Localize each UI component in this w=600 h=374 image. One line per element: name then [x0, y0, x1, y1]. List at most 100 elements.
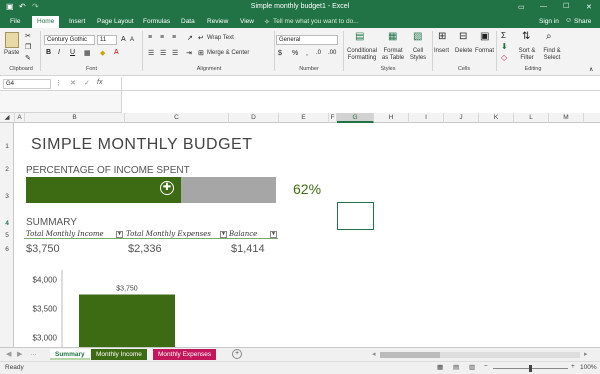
- more-sheets-icon[interactable]: …: [30, 350, 37, 357]
- decrease-font-icon[interactable]: A: [130, 37, 134, 43]
- column-header[interactable]: J: [444, 113, 479, 123]
- worksheet-grid[interactable]: SIMPLE MONTHLY BUDGET PERCENTAGE OF INCO…: [15, 123, 600, 347]
- fill-icon[interactable]: ⬇: [501, 42, 508, 51]
- format-as-table-button[interactable]: Format as Table: [380, 48, 406, 62]
- hscroll-left-icon[interactable]: ◂: [372, 350, 376, 358]
- autosum-icon[interactable]: Σ: [501, 31, 506, 40]
- horizontal-scroll-thumb[interactable]: [380, 352, 440, 358]
- align-right-icon[interactable]: ☰: [172, 49, 178, 57]
- column-header[interactable]: K: [479, 113, 514, 123]
- bold-icon[interactable]: B: [46, 49, 51, 56]
- sign-in-link[interactable]: Sign in: [539, 18, 559, 25]
- sheet-tab-summary[interactable]: Summary: [50, 349, 90, 360]
- maximize-icon[interactable]: ☐: [563, 2, 569, 10]
- cut-icon[interactable]: ✂: [25, 32, 31, 40]
- insert-cells-button[interactable]: Insert: [434, 48, 449, 55]
- column-header[interactable]: C: [125, 113, 229, 123]
- italic-icon[interactable]: I: [58, 49, 60, 56]
- column-header[interactable]: B: [25, 113, 125, 123]
- column-header[interactable]: I: [409, 113, 444, 123]
- format-cells-button[interactable]: Format: [475, 48, 494, 55]
- minimize-icon[interactable]: —: [540, 3, 547, 10]
- page-layout-view-icon[interactable]: ▤: [453, 363, 459, 371]
- underline-icon[interactable]: U: [70, 49, 75, 56]
- next-sheet-icon[interactable]: ▶: [17, 350, 22, 358]
- zoom-slider[interactable]: [493, 365, 568, 372]
- indent-icon[interactable]: ⇥: [186, 49, 192, 57]
- conditional-formatting-button[interactable]: Conditional Formatting: [345, 48, 379, 62]
- currency-icon[interactable]: $: [278, 50, 282, 57]
- font-name-select[interactable]: Century Gothic: [44, 35, 95, 45]
- tab-page-layout[interactable]: Page Layout: [96, 16, 135, 28]
- row-header[interactable]: 3: [0, 193, 14, 200]
- format-painter-icon[interactable]: ✎: [25, 54, 31, 62]
- row-header[interactable]: 2: [0, 166, 14, 173]
- column-header[interactable]: L: [514, 113, 549, 123]
- formula-input[interactable]: [121, 77, 600, 90]
- sort-filter-button[interactable]: Sort & Filter: [515, 48, 539, 62]
- align-left-icon[interactable]: ☰: [148, 49, 154, 57]
- cancel-icon[interactable]: ✕: [70, 79, 76, 87]
- delete-cells-button[interactable]: Delete: [455, 48, 472, 55]
- prev-sheet-icon[interactable]: ◀: [6, 350, 11, 358]
- collapse-ribbon-icon[interactable]: ∧: [589, 66, 593, 73]
- align-center-icon[interactable]: ☰: [160, 49, 166, 57]
- column-header[interactable]: E: [279, 113, 329, 123]
- selected-cell-g4[interactable]: [337, 202, 374, 230]
- name-box[interactable]: G4: [3, 79, 51, 89]
- filter-dropdown-icon[interactable]: ▼: [270, 231, 277, 238]
- tab-review[interactable]: Review: [206, 16, 229, 28]
- ribbon-display-icon[interactable]: ▭: [518, 3, 525, 11]
- row-header[interactable]: 1: [0, 143, 14, 150]
- decrease-decimal-icon[interactable]: .00: [328, 50, 336, 56]
- column-header-selected[interactable]: G: [337, 113, 374, 123]
- column-header[interactable]: A: [15, 113, 25, 123]
- paste-button[interactable]: Paste: [4, 50, 19, 57]
- tab-formulas[interactable]: Formulas: [142, 16, 171, 28]
- fill-color-icon[interactable]: ◆: [100, 49, 105, 57]
- share-button[interactable]: Share: [574, 18, 591, 25]
- find-select-button[interactable]: Find & Select: [539, 48, 565, 62]
- borders-icon[interactable]: ▦: [84, 49, 91, 57]
- column-header[interactable]: F: [329, 113, 337, 123]
- select-all-corner[interactable]: ◢: [0, 113, 15, 123]
- horizontal-scrollbar[interactable]: [380, 352, 580, 358]
- tab-insert[interactable]: Insert: [68, 16, 86, 28]
- filter-dropdown-icon[interactable]: ▼: [116, 231, 123, 238]
- zoom-slider-thumb[interactable]: [529, 365, 532, 372]
- formula-input-expanded[interactable]: [121, 91, 600, 113]
- tab-view[interactable]: View: [239, 16, 255, 28]
- align-bottom-icon[interactable]: ≡: [172, 34, 176, 41]
- clear-icon[interactable]: ◇: [501, 53, 507, 62]
- row-header[interactable]: 6: [0, 246, 14, 253]
- column-header[interactable]: D: [229, 113, 279, 123]
- row-header[interactable]: 5: [0, 232, 14, 239]
- normal-view-icon[interactable]: ▦: [437, 363, 443, 371]
- align-top-icon[interactable]: ≡: [148, 34, 152, 41]
- zoom-in-icon[interactable]: +: [571, 363, 575, 370]
- comma-icon[interactable]: ,: [306, 50, 308, 57]
- tab-data[interactable]: Data: [180, 16, 196, 28]
- wrap-text-button[interactable]: Wrap Text: [207, 35, 234, 42]
- zoom-level[interactable]: 100%: [580, 364, 597, 371]
- font-color-icon[interactable]: A: [114, 49, 119, 56]
- column-header[interactable]: M: [549, 113, 584, 123]
- enter-icon[interactable]: ✓: [84, 79, 90, 87]
- percent-icon[interactable]: %: [292, 50, 298, 57]
- row-header-selected[interactable]: 4: [0, 220, 14, 227]
- name-box-options-icon[interactable]: ⋮: [55, 79, 62, 87]
- orientation-icon[interactable]: ↗: [187, 34, 193, 42]
- copy-icon[interactable]: ❐: [25, 43, 31, 51]
- sheet-tab-monthly-income[interactable]: Monthly Income: [91, 349, 147, 360]
- cell-styles-button[interactable]: Cell Styles: [407, 48, 429, 62]
- sheet-tab-monthly-expenses[interactable]: Monthly Expenses: [153, 349, 217, 360]
- increase-font-icon[interactable]: A: [121, 36, 126, 43]
- filter-dropdown-icon[interactable]: ▼: [220, 231, 227, 238]
- close-icon[interactable]: ✕: [586, 3, 592, 11]
- insert-function-icon[interactable]: fx: [97, 79, 102, 86]
- increase-decimal-icon[interactable]: .0: [316, 50, 321, 56]
- tab-home[interactable]: Home: [32, 16, 60, 28]
- tell-me-box[interactable]: Tell me what you want to do...: [273, 18, 359, 25]
- column-header[interactable]: H: [374, 113, 409, 123]
- merge-center-button[interactable]: Merge & Center: [207, 50, 249, 57]
